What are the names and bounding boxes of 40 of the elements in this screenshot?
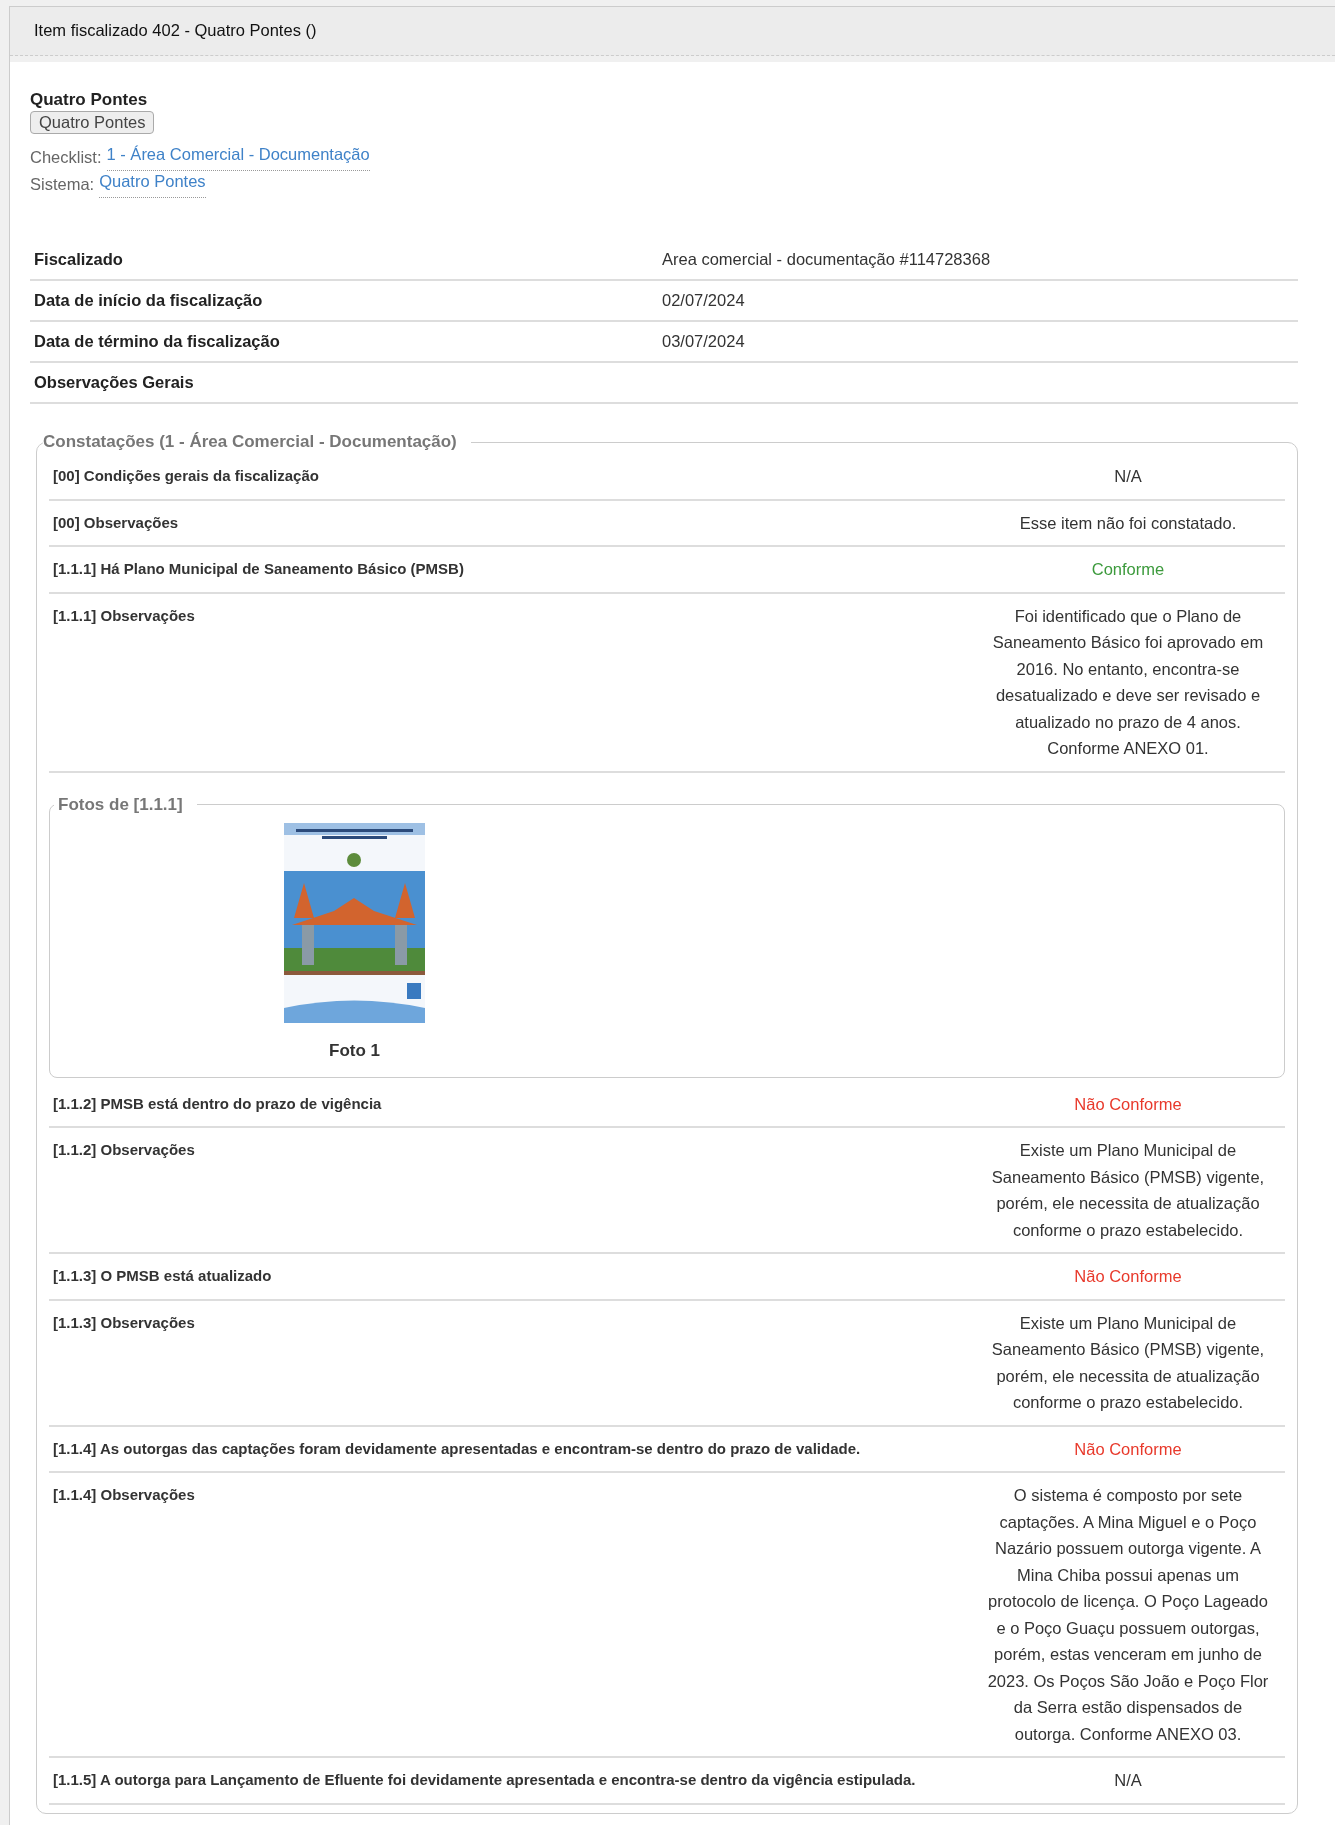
item-label: [00] Observações [53, 512, 180, 533]
item-label: [1.1.5] A outorga para Lançamento de Efluente foi devidamente apresentada e encontra-se dentro da vigência estipulada. [53, 1770, 917, 1790]
tag-button[interactable]: Quatro Pontes [30, 111, 155, 134]
result-text: Não Conforme [1073, 1438, 1183, 1460]
detail-value: 02/07/2024 [658, 280, 1298, 321]
document-cover-thumbnail[interactable] [284, 822, 425, 1023]
result-text: N/A [1113, 1770, 1143, 1791]
item-label: [1.1.3] Observações [53, 1312, 196, 1333]
item-label: [1.1.3] O PMSB está atualizado [53, 1266, 273, 1286]
photo-caption: Foto 1 [329, 1040, 380, 1061]
detail-label: Data de término da fiscalização [30, 321, 658, 362]
item-label: [1.1.2] Observações [53, 1140, 196, 1160]
detail-label: Observações Gerais [30, 362, 658, 403]
item-label: [00] Condições gerais da fiscalização [53, 466, 320, 486]
field-label: Sistema: [30, 174, 95, 195]
panel-title: Item fiscalizado 402 - Quatro Pontes () [10, 7, 1335, 56]
item-label: [1.1.1] Há Plano Municipal de Saneamento Básico (PMSB) [53, 559, 465, 579]
link[interactable]: Quatro Pontes [99, 171, 206, 198]
field-label: Checklist: [30, 147, 102, 168]
result-text: O sistema é composto por sete captações. A Mina Miguel e o Poço Nazário possuem outorga vigente. A Mina Chiba possui apenas um protocolo de licença. O Poço Lageado e o Poço Guaçu possuem outorgas, porém, estas venceram em junho de 2023. Os Poços São João e Poço Flor da Serra estão dispensados de outorga. Conforme ANEXO 03. [986, 1485, 1270, 1745]
item-label: [1.1.1] Observações [53, 605, 196, 626]
detail-value: Area comercial - documentação #114728368 [658, 240, 1298, 280]
section-heading: Quatro Pontes [30, 90, 149, 110]
findings-legend: Constatações (1 - Área Comercial - Documentação) [43, 432, 471, 452]
detail-label: Data de início da fiscalização [30, 280, 658, 321]
result-text: Existe um Plano Municipal de Saneamento Básico (PMSB) vigente, porém, ele necessita de atualização conforme o prazo estabelecido. [990, 1312, 1266, 1413]
result-text: Existe um Plano Municipal de Saneamento Básico (PMSB) vigente, porém, ele necessita de atualização conforme o prazo estabelecido. [990, 1140, 1266, 1241]
result-text: Esse item não foi constatado. [1018, 512, 1238, 534]
link[interactable]: 1 - Área Comercial - Documentação [106, 144, 370, 171]
result-text: Não Conforme [1073, 1093, 1183, 1115]
result-text: N/A [1113, 466, 1143, 487]
item-label: [1.1.4] Observações [53, 1485, 196, 1505]
item-label: [1.1.2] PMSB está dentro do prazo de vigência [53, 1093, 383, 1114]
result-text: Foi identificado que o Plano de Saneamento Básico foi aprovado em 2016. No entanto, encontra-se desatualizado e deve ser revisado e atualizado no prazo de 4 anos. Conforme ANEXO 01. [991, 605, 1265, 759]
result-text: Não Conforme [1073, 1266, 1183, 1287]
result-text: Conforme [1090, 559, 1166, 580]
photos-legend: Fotos de [1.1.1] [54, 794, 197, 815]
item-label: [1.1.4] As outorgas das captações foram devidamente apresentadas e encontram-se dentro do prazo de validade. [53, 1438, 862, 1459]
detail-value: 03/07/2024 [658, 321, 1298, 362]
detail-label: Fiscalizado [30, 240, 658, 280]
